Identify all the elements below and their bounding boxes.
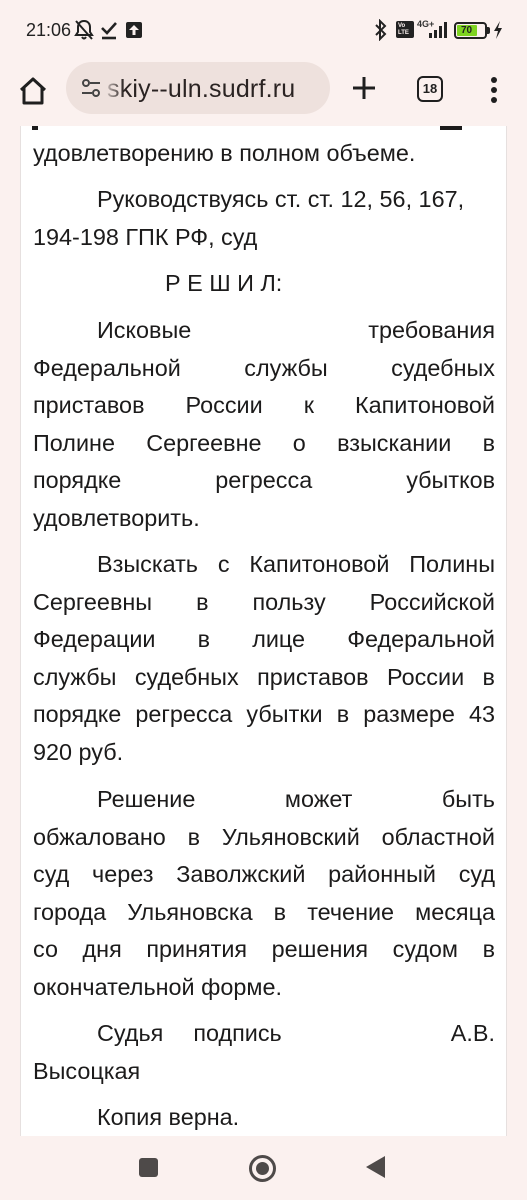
tab-switcher-button[interactable]: 18 (417, 76, 443, 102)
signal-icon (429, 22, 447, 38)
new-tab-icon[interactable] (348, 72, 380, 104)
doc-line: 194-198 ГПК РФ, суд (33, 223, 258, 250)
doc-line: удовлетворить. (33, 504, 200, 531)
doc-line-text: Исковые требования (97, 312, 495, 350)
decision-heading: Р Е Ш И Л: (165, 270, 283, 296)
doc-line: приставов России к Капитоновой (33, 392, 495, 418)
doc-line: Федеральной службы судебных (33, 354, 495, 381)
doc-line: со дня принятия решения судом в (33, 936, 495, 962)
doc-line: Полине Сергеевне о взыскании в (33, 429, 495, 456)
home-nav-button[interactable] (249, 1155, 276, 1182)
battery-icon: 70 (454, 22, 487, 39)
signature-name: Высоцкая (33, 1057, 141, 1084)
doc-line: города Ульяновска в течение месяца (33, 898, 495, 925)
recents-button[interactable] (139, 1158, 158, 1177)
overflow-menu-icon[interactable] (484, 74, 504, 106)
copy-note: Копия верна. (97, 1104, 240, 1130)
url-text[interactable]: skiy--uln.sudrf.ru (107, 75, 295, 104)
web-content[interactable]: удовлетворению в полном объеме. Руководс… (0, 126, 527, 1136)
signature-line: Судья подпись А.В. (97, 1015, 495, 1053)
doc-line: Исковые требования (97, 312, 495, 350)
system-nav-bar (0, 1136, 527, 1200)
charging-icon (494, 21, 502, 39)
volte-label: Vo LTE (398, 23, 409, 36)
doc-line: Руководствуясь ст. ст. 12, 56, 167, (97, 186, 465, 212)
download-done-icon (101, 22, 117, 40)
doc-line: суд через Заволжский районный суд (33, 861, 495, 887)
doc-word: Исковые (97, 317, 192, 343)
doc-line: 920 руб. (33, 738, 124, 765)
battery-tip (487, 27, 490, 34)
doc-line: Федерации в лице Федеральной (33, 626, 495, 652)
browser-toolbar: skiy--uln.sudrf.ru 18 (0, 62, 527, 126)
upload-icon (126, 22, 142, 38)
address-bar[interactable]: skiy--uln.sudrf.ru (66, 62, 330, 114)
doc-line: службы судебных приставов России в (33, 663, 495, 690)
doc-line: Решение может быть (97, 786, 495, 812)
battery-level: 70 (461, 25, 473, 36)
back-button[interactable] (366, 1156, 385, 1178)
clipped-text-line (32, 126, 494, 131)
doc-line: удовлетворению в полном объеме. (33, 140, 416, 166)
doc-word: требования (368, 317, 495, 343)
status-bar: 21:06 Vo LTE 4G+ 70 (0, 0, 527, 62)
doc-line: окончательной форме. (33, 973, 282, 1000)
doc-line: Взыскать с Капитоновой Полины (97, 551, 495, 577)
doc-line: порядке регресса убытки в размере 43 (33, 701, 495, 727)
mute-bell-icon (74, 19, 94, 40)
site-settings-icon[interactable] (80, 77, 102, 99)
doc-line: порядке регресса убытков (33, 467, 495, 493)
signature-judge: Судья (97, 1020, 164, 1046)
url-fade (102, 62, 124, 114)
status-time: 21:06 (26, 20, 72, 40)
doc-line: обжаловано в Ульяновский областной (33, 823, 495, 850)
bluetooth-icon (375, 19, 387, 41)
home-icon[interactable] (16, 74, 50, 108)
signature-sign: подпись (193, 1020, 282, 1046)
doc-line: Сергеевны в пользу Российской (33, 588, 495, 615)
signature-initials: А.В. (450, 1020, 495, 1046)
